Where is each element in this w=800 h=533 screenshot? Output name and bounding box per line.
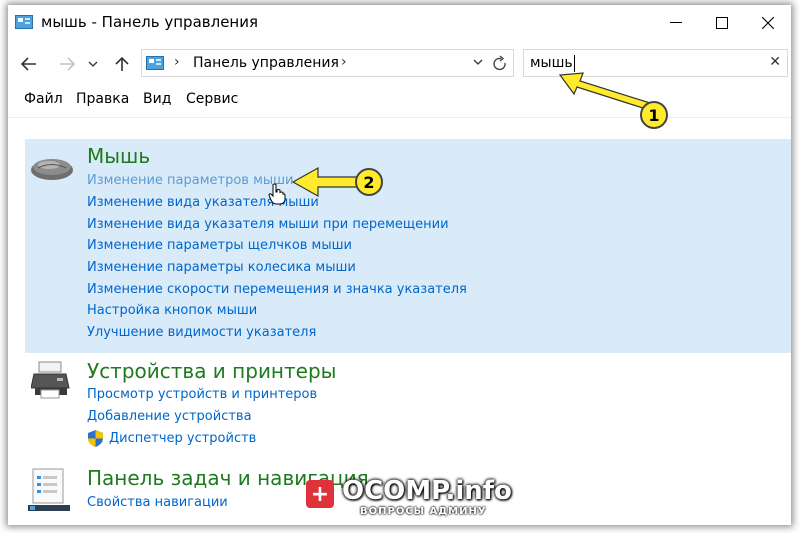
link-add-device[interactable]: Добавление устройства [87, 409, 252, 424]
watermark-brand: OCOMP.info [342, 476, 512, 506]
menu-tools[interactable]: Сервис [186, 91, 238, 107]
up-button[interactable] [110, 52, 134, 76]
title-bar[interactable]: мышь - Панель управления [8, 5, 791, 41]
link-wheel-settings[interactable]: Изменение параметры колесика мыши [87, 260, 356, 275]
taskbar-icon [28, 468, 70, 511]
minimize-button[interactable] [653, 5, 699, 41]
printer-icon [31, 361, 70, 399]
control-panel-icon [146, 56, 164, 70]
maximize-button[interactable] [699, 5, 745, 41]
recent-locations-button[interactable] [85, 52, 101, 76]
clear-search-icon[interactable]: ✕ [769, 54, 781, 70]
link-navigation-properties[interactable]: Свойства навигации [87, 495, 228, 510]
link-view-devices[interactable]: Просмотр устройств и принтеров [87, 387, 317, 402]
arrow-up-icon [115, 56, 129, 71]
close-button[interactable] [745, 5, 791, 41]
refresh-icon[interactable] [490, 54, 510, 74]
link-device-manager[interactable]: Диспетчер устройств [109, 431, 256, 446]
mouse-icon [31, 159, 73, 180]
link-pointer-move[interactable]: Изменение вида указателя мыши при переме… [87, 217, 449, 232]
close-icon [762, 17, 774, 29]
forward-button[interactable] [55, 52, 79, 76]
arrow-left-icon [21, 57, 36, 71]
control-panel-window: мышь - Панель управления › Панель управл… [8, 5, 791, 525]
breadcrumb-control-panel[interactable]: Панель управления [193, 55, 339, 71]
link-button-config[interactable]: Настройка кнопок мыши [87, 303, 257, 318]
control-panel-icon [15, 15, 33, 29]
menu-view[interactable]: Вид [143, 91, 171, 107]
link-pointer-visibility[interactable]: Улучшение видимости указателя [87, 325, 316, 340]
hand-cursor-icon [268, 183, 286, 205]
link-click-settings[interactable]: Изменение параметры щелчков мыши [87, 238, 352, 253]
back-button[interactable] [17, 52, 41, 76]
navigation-bar: › Панель управления › мышь ✕ [8, 47, 791, 81]
group-title-mouse[interactable]: Мышь [87, 144, 150, 168]
uac-shield-icon [88, 430, 103, 447]
window-title: мышь - Панель управления [41, 13, 259, 31]
annotation-badge-2: 2 [355, 168, 383, 196]
maximize-icon [716, 17, 728, 29]
chevron-down-icon[interactable] [472, 56, 484, 68]
group-title-devices[interactable]: Устройства и принтеры [87, 359, 336, 383]
plus-icon: + [306, 480, 334, 508]
chevron-right-icon[interactable]: › [341, 54, 347, 70]
annotation-badge-1: 1 [640, 101, 668, 129]
link-mouse-settings[interactable]: Изменение параметров мыши [87, 173, 294, 188]
watermark-tagline: ВОПРОСЫ АДМИНУ [360, 506, 487, 517]
minimize-icon [670, 22, 682, 23]
arrow-right-icon [60, 57, 75, 71]
address-bar[interactable]: › Панель управления › [141, 49, 514, 77]
divider [8, 117, 791, 118]
menu-file[interactable]: Файл [24, 91, 63, 107]
chevron-right-icon[interactable]: › [174, 54, 180, 70]
menu-edit[interactable]: Правка [76, 91, 129, 107]
chevron-down-icon [88, 61, 98, 67]
ocomp-watermark: + OCOMP.info ВОПРОСЫ АДМИНУ [302, 476, 522, 524]
link-pointer-speed[interactable]: Изменение скорости перемещения и значка … [87, 282, 467, 297]
